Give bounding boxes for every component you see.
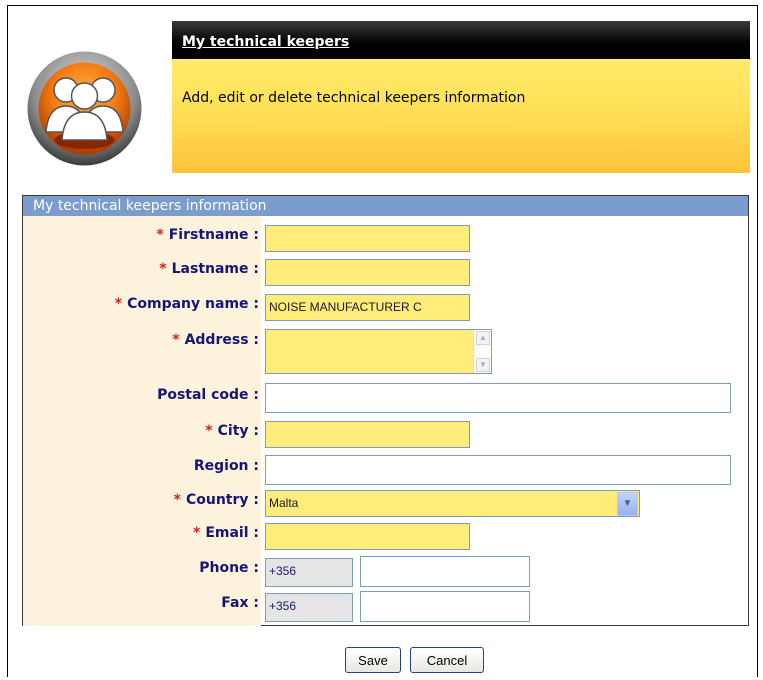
phone-label: Phone : [199, 560, 259, 576]
firstname-field[interactable] [265, 225, 470, 252]
page-description: Add, edit or delete technical keepers in… [182, 90, 526, 106]
chevron-down-icon[interactable]: ▼ [617, 492, 638, 516]
region-label: Region : [193, 458, 259, 474]
required-mark: * [173, 492, 181, 508]
required-mark: * [193, 525, 201, 541]
page-header: My technical keepers Add, edit or delete… [172, 21, 750, 173]
phone-prefix: +356 [265, 558, 353, 587]
postal-code-field[interactable] [265, 383, 731, 413]
email-field[interactable] [265, 523, 470, 550]
address-scrollbar[interactable]: ▲ ▼ [473, 330, 491, 373]
company-name-field[interactable]: NOISE MANUFACTURER C [265, 294, 470, 321]
required-mark: * [172, 332, 180, 348]
region-field[interactable] [265, 455, 731, 485]
country-label: * Country : [173, 492, 259, 508]
required-mark: * [205, 423, 213, 439]
firstname-label: * Firstname : [156, 227, 259, 243]
city-label: * City : [205, 423, 259, 439]
country-selected-value: Malta [269, 496, 299, 510]
arrow-down-icon[interactable]: ▼ [476, 358, 490, 372]
country-select[interactable]: Malta ▼ [265, 490, 640, 517]
arrow-up-icon[interactable]: ▲ [476, 331, 490, 345]
address-label: * Address : [172, 332, 259, 348]
phone-field[interactable] [360, 556, 530, 587]
people-group-icon [27, 51, 142, 166]
city-field[interactable] [265, 421, 470, 448]
page-title[interactable]: My technical keepers [182, 34, 349, 50]
required-mark: * [156, 227, 164, 243]
fax-prefix: +356 [265, 593, 353, 622]
lastname-label: * Lastname : [159, 261, 259, 277]
fax-field[interactable] [360, 591, 530, 622]
cancel-button[interactable]: Cancel [410, 647, 484, 673]
required-mark: * [159, 261, 167, 277]
lastname-field[interactable] [265, 259, 470, 286]
address-field[interactable]: ▲ ▼ [265, 329, 492, 374]
company-name-label: * Company name : [114, 296, 259, 312]
keeper-form-panel: My technical keepers information * Firstn… [22, 195, 749, 626]
postal-code-label: Postal code : [157, 387, 259, 403]
save-button[interactable]: Save [345, 647, 401, 673]
panel-caption: My technical keepers information [23, 196, 748, 216]
header-title-bar: My technical keepers [172, 21, 750, 59]
fax-label: Fax : [221, 595, 259, 611]
email-label: * Email : [193, 525, 259, 541]
required-mark: * [114, 296, 123, 312]
